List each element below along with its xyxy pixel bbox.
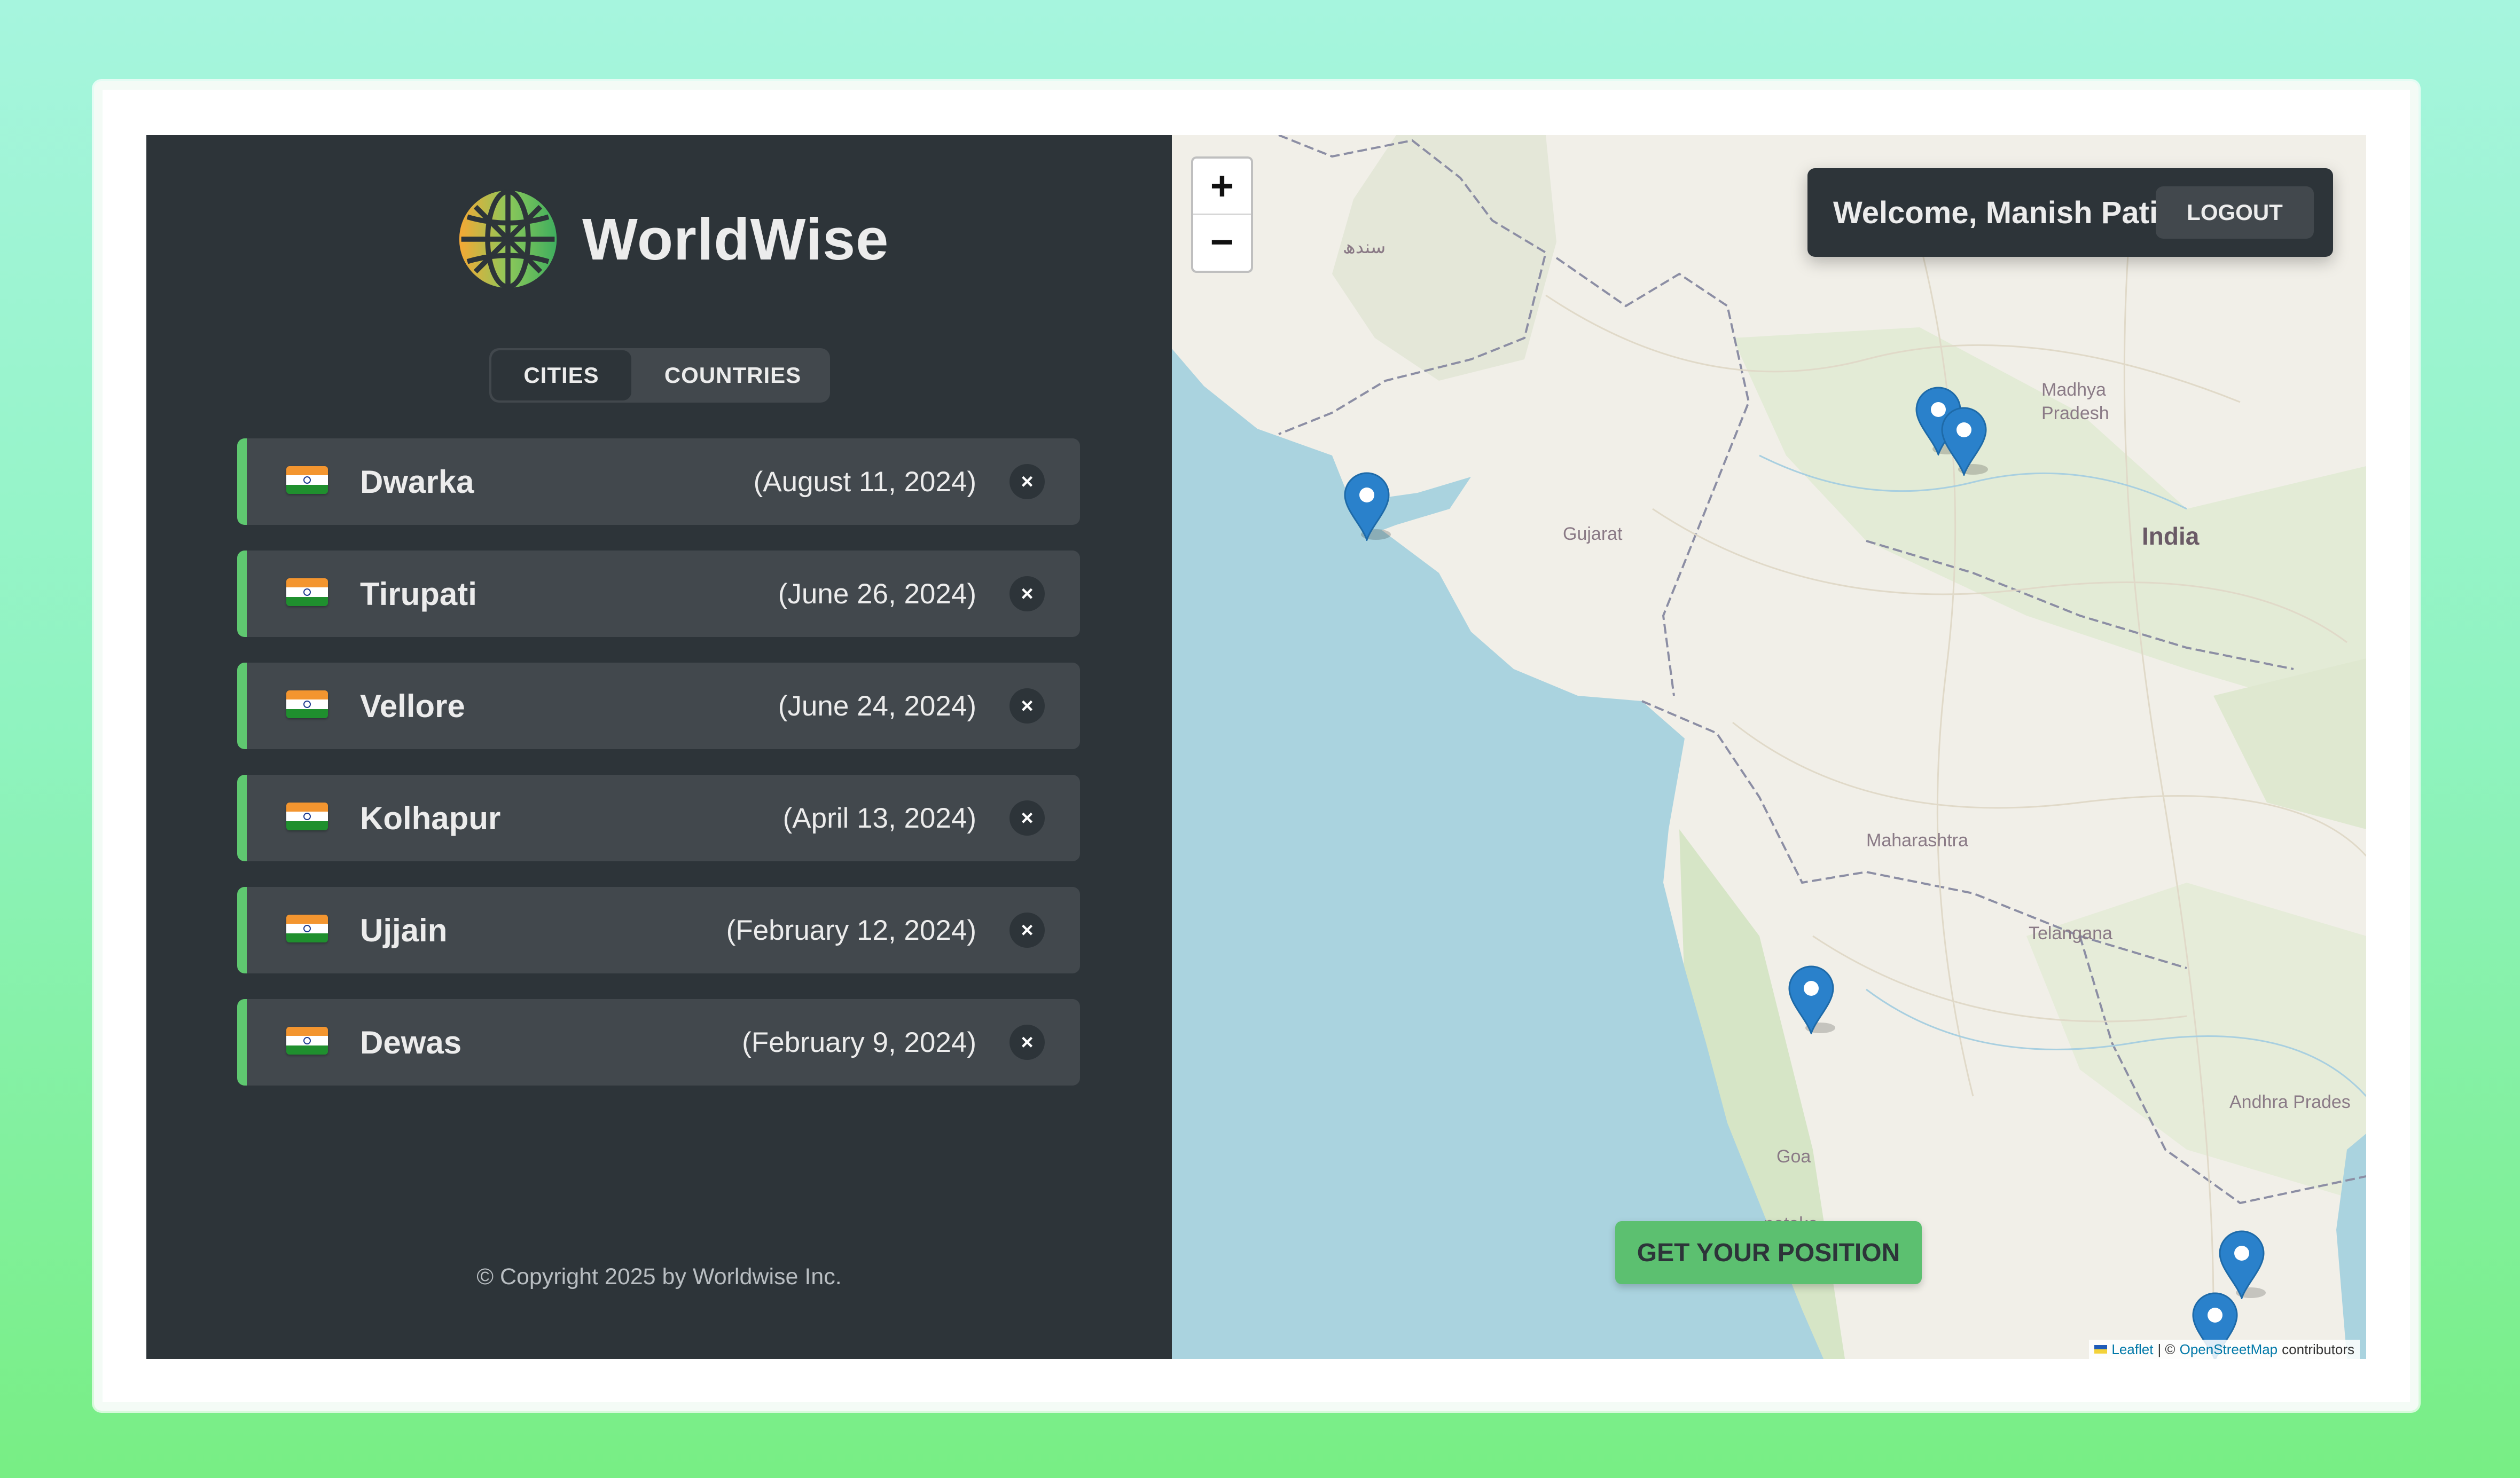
zoom-control: + − [1191, 156, 1253, 273]
india-flag-icon [286, 803, 328, 830]
city-date: (February 9, 2024) [742, 1026, 976, 1058]
city-item[interactable]: Ujjain (February 12, 2024) × [237, 887, 1080, 973]
map-marker-icon[interactable] [2218, 1230, 2266, 1299]
get-position-button[interactable]: GET YOUR POSITION [1615, 1221, 1922, 1284]
sidebar: WorldWise CITIES COUNTRIES Dwarka (Augus… [146, 135, 1172, 1359]
map-marker-icon[interactable] [1787, 965, 1835, 1034]
logout-button[interactable]: LOGOUT [2156, 186, 2314, 239]
globe-logo-icon [459, 188, 557, 290]
tab-cities[interactable]: CITIES [491, 350, 631, 400]
city-item[interactable]: Tirupati (June 26, 2024) × [237, 551, 1080, 637]
city-name: Ujjain [360, 912, 448, 948]
map-label-maharashtra: Maharashtra [1866, 830, 1968, 851]
india-flag-icon [286, 690, 328, 718]
city-date: (February 12, 2024) [726, 914, 976, 946]
india-flag-icon [286, 1027, 328, 1055]
delete-city-button[interactable]: × [1009, 1025, 1045, 1060]
map-label-andhra: Andhra Prades [2229, 1092, 2351, 1112]
city-item[interactable]: Kolhapur (April 13, 2024) × [237, 775, 1080, 861]
map-label-india: India [2142, 522, 2200, 550]
user-panel: Welcome, Manish Patil LOGOUT [1807, 168, 2333, 257]
map-label-pradesh: Pradesh [2041, 403, 2109, 423]
map[interactable]: سندھ Gujarat Madhya Pradesh India Mahara… [1172, 135, 2366, 1359]
city-name: Kolhapur [360, 800, 501, 836]
map-label-telangana: Telangana [2029, 923, 2112, 944]
map-tiles [1172, 135, 2366, 1359]
city-item[interactable]: Dwarka (August 11, 2024) × [237, 438, 1080, 525]
map-label-madhya: Madhya [2041, 380, 2106, 400]
city-name: Dewas [360, 1024, 462, 1060]
city-list: Dwarka (August 11, 2024) × Tirupati (Jun… [237, 438, 1080, 1111]
map-attribution: Leaflet | © OpenStreetMap contributors [2089, 1340, 2360, 1359]
india-flag-icon [286, 466, 328, 494]
city-name: Dwarka [360, 463, 474, 500]
copyright: © Copyright 2025 by Worldwise Inc. [476, 1264, 842, 1290]
city-name: Vellore [360, 688, 465, 724]
welcome-text: Welcome, Manish Patil [1833, 195, 2167, 230]
delete-city-button[interactable]: × [1009, 576, 1045, 611]
map-label-goa: Goa [1776, 1146, 1811, 1167]
city-item[interactable]: Dewas (February 9, 2024) × [237, 999, 1080, 1086]
delete-city-button[interactable]: × [1009, 800, 1045, 836]
osm-link[interactable]: OpenStreetMap [2180, 1341, 2278, 1358]
city-date: (August 11, 2024) [753, 466, 976, 498]
map-label-sindh: سندھ [1343, 237, 1386, 257]
city-date: (June 24, 2024) [778, 690, 976, 722]
city-name: Tirupati [360, 576, 477, 612]
tab-switcher: CITIES COUNTRIES [489, 348, 830, 403]
delete-city-button[interactable]: × [1009, 464, 1045, 499]
leaflet-link[interactable]: Leaflet [2111, 1341, 2153, 1358]
delete-city-button[interactable]: × [1009, 688, 1045, 724]
city-date: (June 26, 2024) [778, 578, 976, 610]
tab-countries[interactable]: COUNTRIES [633, 348, 830, 403]
india-flag-icon [286, 915, 328, 942]
city-item[interactable]: Vellore (June 24, 2024) × [237, 663, 1080, 749]
attribution-separator: | © [2157, 1341, 2175, 1357]
zoom-in-button[interactable]: + [1193, 159, 1251, 215]
map-marker-icon[interactable] [1940, 406, 1988, 476]
attribution-contributors: contributors [2282, 1341, 2354, 1357]
map-label-gujarat: Gujarat [1563, 524, 1623, 544]
logo[interactable]: WorldWise [457, 188, 889, 290]
city-date: (April 13, 2024) [782, 802, 976, 834]
map-marker-icon[interactable] [1343, 471, 1391, 541]
india-flag-icon [286, 578, 328, 606]
ukraine-flag-icon [2094, 1345, 2108, 1354]
delete-city-button[interactable]: × [1009, 913, 1045, 948]
zoom-out-button[interactable]: − [1193, 215, 1251, 270]
app-layout: WorldWise CITIES COUNTRIES Dwarka (Augus… [146, 135, 2366, 1359]
app-name: WorldWise [582, 206, 889, 272]
